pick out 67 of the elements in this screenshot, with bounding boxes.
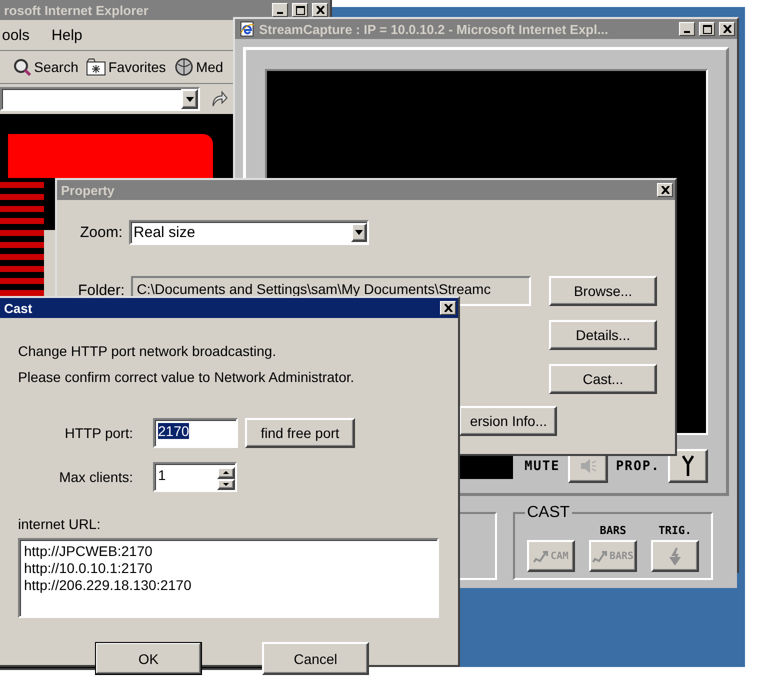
dialog-button[interactable]: Cancel [262, 642, 369, 675]
http-port-label: HTTP port: [64, 425, 133, 441]
wave-arrow-icon [533, 548, 550, 564]
toolbar-button[interactable]: Med [174, 57, 224, 77]
dialog-button[interactable]: Cast... [549, 364, 657, 394]
bolt-arrow-icon [668, 547, 682, 565]
dialog-button[interactable]: OK [95, 642, 202, 675]
zoom-dropdown[interactable]: Real size [128, 220, 369, 245]
window-title: Cast [4, 300, 34, 316]
magnifier-icon [12, 57, 32, 77]
dialog-button[interactable]: Browse... [549, 276, 657, 306]
url-text: http://206.229.18.130:2170 [24, 577, 192, 593]
maximize-icon [702, 24, 712, 34]
maximize-icon [296, 6, 304, 14]
maximize-button[interactable] [292, 3, 308, 17]
menu-item[interactable]: Help [52, 26, 82, 44]
browser-logo-icon [239, 21, 255, 37]
dropdown-arrow-icon [354, 230, 363, 235]
toolbar-button[interactable]: Favorites [86, 58, 166, 76]
spin-up-button[interactable] [217, 467, 235, 478]
curved-arrow-icon[interactable] [210, 90, 228, 108]
control-label: MUTE [524, 458, 560, 474]
wave-arrow-icon [592, 548, 608, 564]
message-text: Please confirm correct value to Network Administrator. [18, 368, 356, 387]
close-button[interactable] [719, 22, 735, 36]
dropdown-arrow-icon [186, 96, 194, 102]
max-clients-field[interactable]: 1 [153, 462, 237, 492]
minimize-button[interactable] [272, 3, 288, 17]
close-icon [316, 6, 324, 14]
dropdown-button[interactable] [181, 89, 198, 109]
url-text: http://10.0.10.1:2170 [24, 560, 154, 576]
menu-item[interactable]: ools [2, 26, 30, 44]
down-arrow-icon [223, 482, 229, 486]
message-text: Change HTTP port network broadcasting. [18, 342, 278, 361]
toolbar-button[interactable]: Search [12, 57, 78, 77]
window-title: rosoft Internet Explorer [4, 2, 150, 18]
close-icon [660, 186, 670, 194]
up-arrow-icon [223, 471, 229, 474]
folder-star-icon [86, 58, 106, 76]
close-button[interactable] [657, 183, 673, 197]
window-title: Property [61, 182, 116, 198]
close-button[interactable] [440, 301, 456, 315]
dropdown-button[interactable] [350, 223, 367, 242]
url-label: internet URL: [18, 516, 102, 532]
folder-label: Folder: [78, 282, 125, 299]
url-text: http://JPCWEB:2170 [24, 543, 154, 559]
version-info-button[interactable]: ersion Info... [459, 406, 557, 436]
prop-button[interactable] [668, 449, 708, 483]
fork-icon [681, 455, 695, 477]
globe-icon [174, 57, 194, 77]
address-field[interactable] [0, 87, 200, 111]
find-free-port-button[interactable]: find free port [245, 418, 355, 448]
minimize-button[interactable] [679, 22, 695, 36]
maximize-button[interactable] [699, 22, 715, 36]
button-caption: TRIG. [658, 524, 692, 538]
close-icon [444, 304, 452, 312]
close-button[interactable] [312, 3, 328, 17]
window-title: StreamCapture : IP = 10.0.10.2 - Microsoft Internet Expl... [259, 22, 610, 36]
http-port-field[interactable]: 2170 [153, 418, 238, 448]
dialog-button[interactable]: Details... [549, 320, 657, 350]
zoom-label: Zoom: [80, 224, 123, 241]
close-icon [722, 25, 732, 33]
max-clients-label: Max clients: [58, 469, 133, 485]
port-value: 2170 [158, 423, 190, 439]
control-label: PROP. [616, 458, 660, 474]
spin-down-button[interactable] [217, 478, 235, 490]
button-caption: BARS [600, 524, 626, 538]
